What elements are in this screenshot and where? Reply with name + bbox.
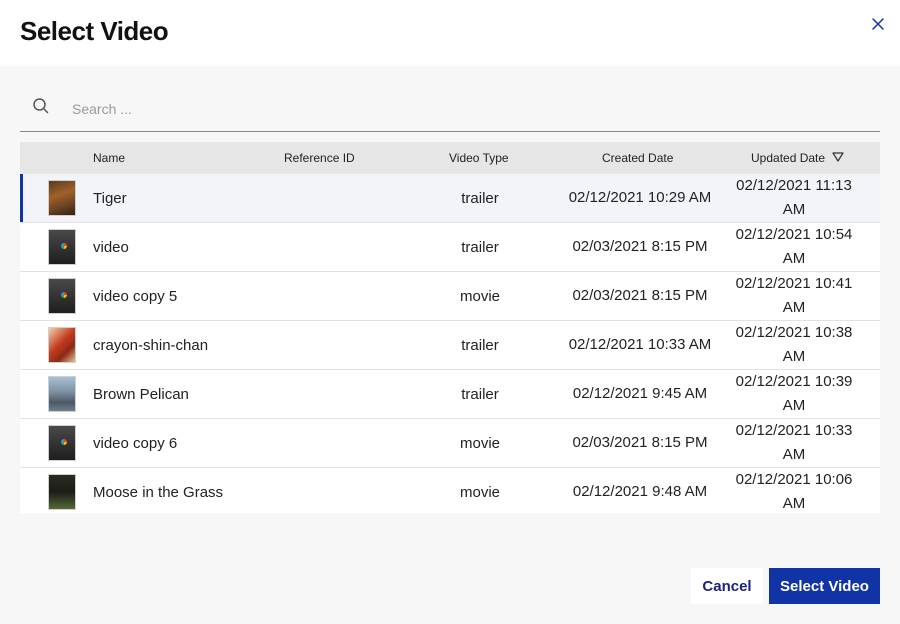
table-row[interactable]: Moose in the Grass movie 02/12/2021 9:48 A… bbox=[20, 468, 880, 513]
dialog-title: Select Video bbox=[20, 16, 169, 46]
table-row[interactable]: crayon-shin-chan trailer 02/12/2021 10:33 … bbox=[20, 321, 880, 370]
video-name: Tiger bbox=[93, 189, 127, 207]
select-video-button[interactable]: Select Video bbox=[769, 568, 880, 604]
updated-date: 02/12/2021 10:41 AM bbox=[735, 275, 853, 316]
updated-date: 02/12/2021 10:39 AM bbox=[735, 373, 853, 414]
table-row[interactable]: video copy 5 movie 02/03/2021 8:15 PM 02/12… bbox=[20, 272, 880, 321]
search-bar bbox=[20, 88, 880, 132]
video-type: movie bbox=[459, 483, 500, 501]
updated-date: 02/12/2021 10:38 AM bbox=[735, 324, 853, 365]
video-thumbnail bbox=[48, 474, 76, 510]
table-body: Tiger trailer 02/12/2021 10:29 AM 02/12/202… bbox=[20, 174, 880, 513]
updated-date: 02/12/2021 11:13 AM bbox=[736, 177, 852, 218]
column-header-updated-date[interactable]: Updated Date bbox=[751, 142, 845, 174]
created-date: 02/03/2021 8:15 PM bbox=[572, 434, 708, 451]
created-date: 02/12/2021 9:45 AM bbox=[572, 385, 708, 402]
video-type: trailer bbox=[461, 336, 499, 354]
video-type: movie bbox=[459, 287, 500, 305]
search-icon bbox=[33, 98, 49, 114]
placeholder-logo-icon bbox=[61, 243, 67, 249]
video-type: movie bbox=[459, 434, 500, 452]
column-header-updated-date-label: Updated Date bbox=[751, 151, 826, 165]
created-date: 02/12/2021 9:48 AM bbox=[572, 483, 708, 500]
video-name: video bbox=[93, 238, 129, 256]
table-header: Name Reference ID Video Type Created Dat… bbox=[20, 142, 880, 174]
close-icon bbox=[872, 18, 884, 30]
table-row[interactable]: video copy 6 movie 02/03/2021 8:15 PM 02/12… bbox=[20, 419, 880, 468]
column-header-created-date[interactable]: Created Date bbox=[602, 142, 673, 174]
video-name: video copy 6 bbox=[93, 434, 178, 452]
triangle-down-icon[interactable] bbox=[832, 152, 845, 162]
video-table: Name Reference ID Video Type Created Dat… bbox=[20, 142, 880, 513]
column-header-name[interactable]: Name bbox=[93, 142, 125, 174]
table-row[interactable]: Brown Pelican trailer 02/12/2021 9:45 AM 02… bbox=[20, 370, 880, 419]
placeholder-logo-icon bbox=[61, 292, 67, 298]
updated-date: 02/12/2021 10:33 AM bbox=[735, 422, 853, 463]
video-thumbnail bbox=[48, 425, 76, 461]
created-date: 02/12/2021 10:29 AM bbox=[568, 189, 712, 206]
dialog-header: Select Video bbox=[0, 0, 900, 66]
placeholder-logo-icon bbox=[61, 439, 67, 445]
created-date: 02/03/2021 8:15 PM bbox=[572, 287, 708, 304]
video-type: trailer bbox=[461, 385, 499, 403]
video-name: crayon-shin-chan bbox=[93, 336, 209, 354]
table-row[interactable]: Tiger trailer 02/12/2021 10:29 AM 02/12/202… bbox=[20, 174, 880, 223]
updated-date: 02/12/2021 10:54 AM bbox=[735, 226, 853, 267]
video-thumbnail bbox=[48, 376, 76, 412]
created-date: 02/03/2021 8:15 PM bbox=[572, 238, 708, 255]
video-thumbnail bbox=[48, 278, 76, 314]
video-type: trailer bbox=[461, 189, 499, 207]
video-type: trailer bbox=[461, 238, 499, 256]
video-name: Brown Pelican bbox=[93, 385, 189, 403]
updated-date: 02/12/2021 10:06 AM bbox=[735, 471, 853, 512]
video-thumbnail bbox=[48, 229, 76, 265]
cancel-button[interactable]: Cancel bbox=[691, 568, 763, 604]
close-button[interactable] bbox=[866, 12, 890, 36]
column-header-reference-id[interactable]: Reference ID bbox=[284, 142, 355, 174]
created-date: 02/12/2021 10:33 AM bbox=[568, 336, 712, 353]
video-name: video copy 5 bbox=[93, 287, 178, 305]
search-input[interactable] bbox=[70, 94, 864, 124]
video-thumbnail bbox=[48, 327, 76, 363]
video-thumbnail bbox=[48, 180, 76, 216]
column-header-video-type[interactable]: Video Type bbox=[449, 142, 509, 174]
table-row[interactable]: video trailer 02/03/2021 8:15 PM 02/12/2021… bbox=[20, 223, 880, 272]
video-name: Moose in the Grass bbox=[93, 483, 224, 501]
